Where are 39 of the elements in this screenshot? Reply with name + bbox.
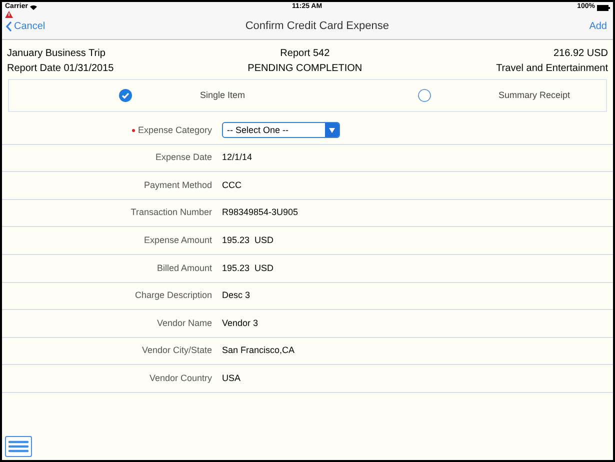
field-value: 195.23 USD <box>222 234 274 247</box>
field-label: Transaction Number <box>130 206 212 220</box>
page-title: Confirm Credit Card Expense <box>245 19 389 34</box>
trip-name: January Business Trip <box>7 47 106 61</box>
field-label: Expense Amount <box>144 234 212 247</box>
field-value: CCC <box>222 178 242 192</box>
field-value: Vendor 3 <box>222 316 258 330</box>
report-status: PENDING COMPLETION <box>248 62 362 76</box>
field-label: Billed Amount <box>156 262 212 275</box>
cancel-link[interactable]: Cancel <box>6 19 46 34</box>
field-value: R98349854-3U905 <box>222 206 298 220</box>
field-label: Payment Method <box>144 178 212 192</box>
checked-circle-icon[interactable] <box>119 89 132 102</box>
receipt-option-label: Summary Receipt <box>498 88 570 102</box>
field-label: Vendor City/State <box>142 344 212 358</box>
report-amount: 216.92 USD <box>554 47 608 61</box>
report-category: Travel and Entertainment <box>496 62 608 76</box>
field-value: Desc 3 <box>222 289 250 302</box>
field-value: 195.23 USD <box>222 262 274 275</box>
category-dropdown[interactable]: -- Select One -- <box>222 122 340 138</box>
field-value: USA <box>222 372 241 385</box>
field-label: Charge Description <box>134 289 212 302</box>
radio-circle-icon[interactable] <box>418 89 430 102</box>
dropdown-arrow-icon <box>329 128 335 133</box>
field-label: Vendor Country <box>149 372 212 385</box>
field-label: Expense Date <box>155 151 212 164</box>
wifi-icon <box>30 5 37 10</box>
report-number: Report 542 <box>280 47 330 61</box>
back-chevron-icon <box>6 21 12 32</box>
field-label: Expense Category <box>138 124 212 137</box>
add-link[interactable]: Add <box>589 19 609 34</box>
menu-icon <box>8 440 29 453</box>
report-date: Report Date 01/31/2015 <box>7 62 114 76</box>
battery-icon <box>597 4 610 10</box>
menu-button[interactable] <box>5 436 32 457</box>
field-value: San Francisco,CA <box>222 344 295 358</box>
field-value: 12/1/14 <box>222 151 252 164</box>
field-label: Vendor Name <box>156 316 212 330</box>
receipt-option-label: Single Item <box>200 88 246 102</box>
